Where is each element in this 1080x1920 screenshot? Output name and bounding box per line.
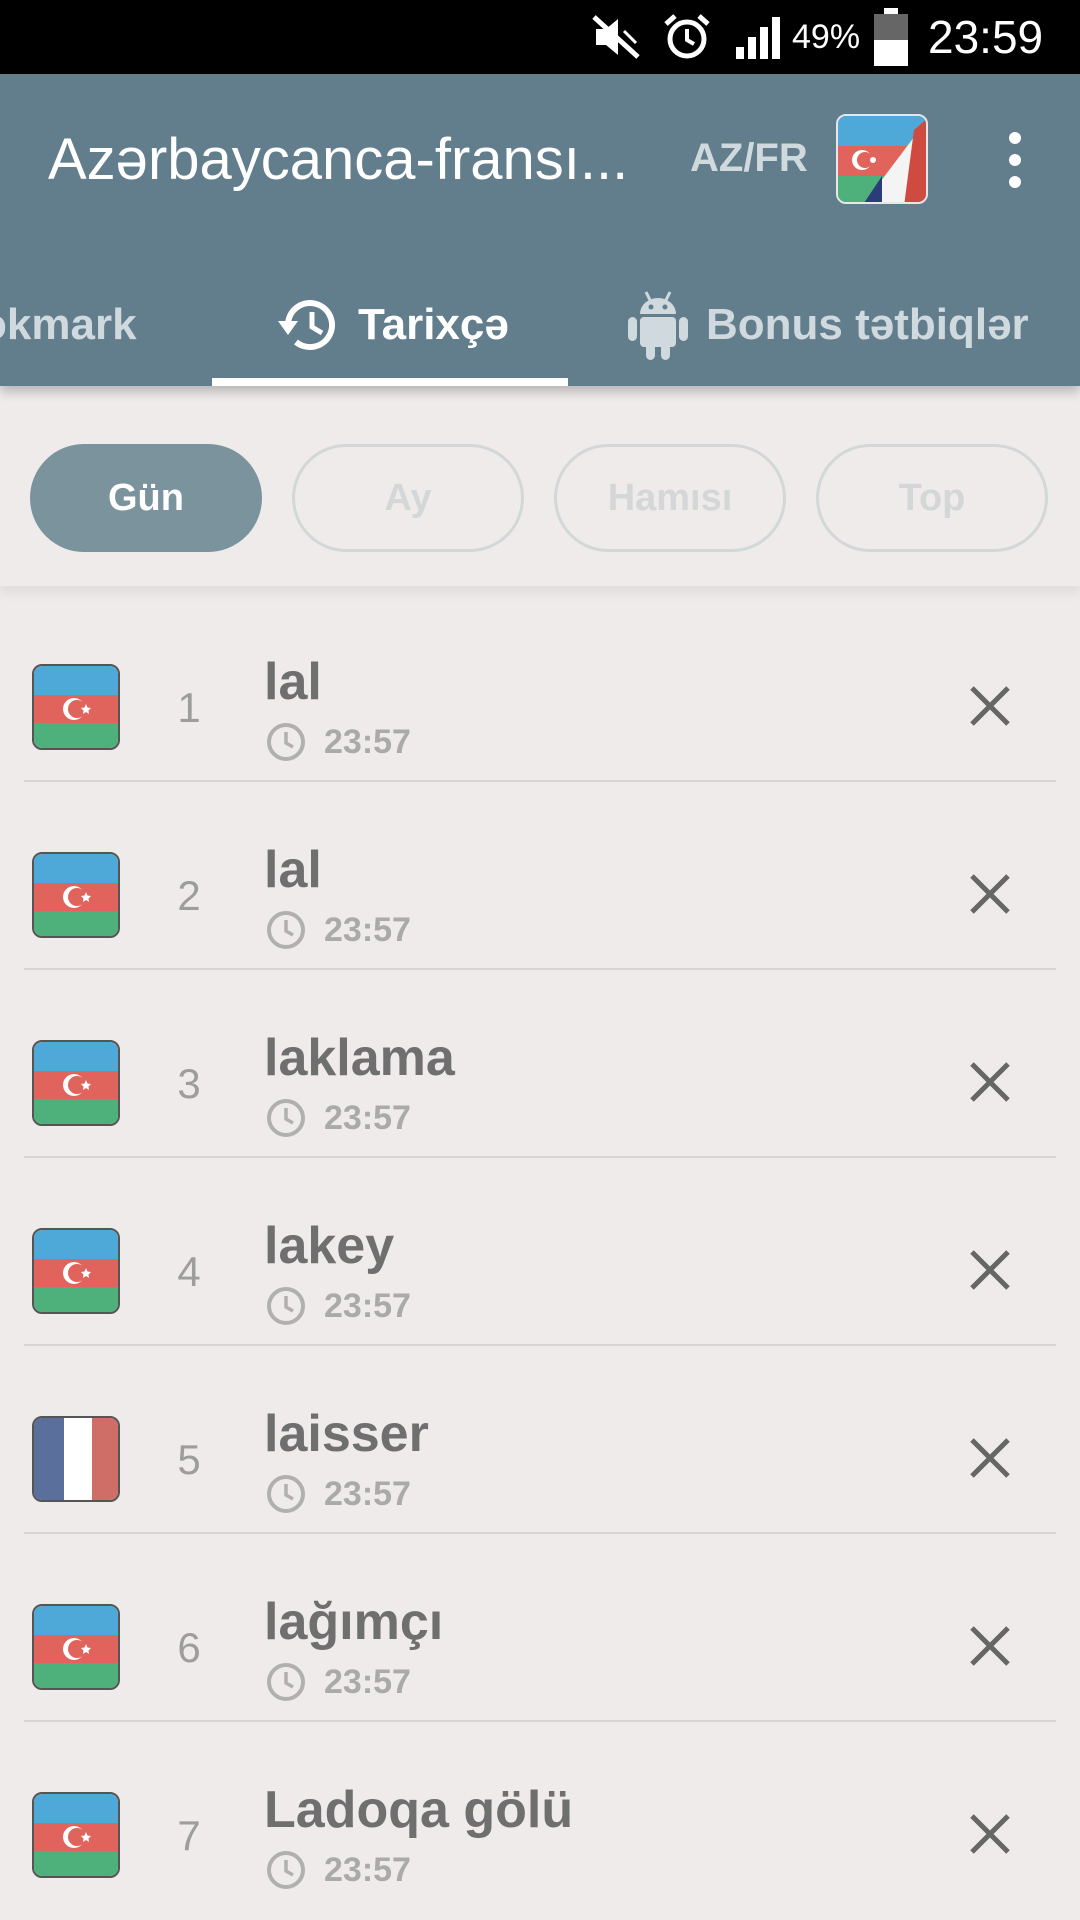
signal-icon: [734, 0, 786, 74]
row-word[interactable]: laklama: [264, 1028, 455, 1088]
clock-icon: [266, 1662, 306, 1702]
history-list: 1 lal 23:57 2 lal 23:57 3 laklama 23:57 …: [0, 594, 1080, 1910]
row-timestamp: 23:57: [266, 1286, 411, 1326]
row-time-text: 23:57: [324, 910, 411, 949]
row-index: 2: [177, 872, 201, 919]
tab-bonus-apps[interactable]: Bonus tətbiqlər: [628, 264, 1029, 386]
history-row[interactable]: 3 laklama 23:57: [0, 970, 1080, 1158]
history-row[interactable]: 7 Ladoqa gölü 23:57: [0, 1722, 1080, 1910]
az-fr-flag-icon[interactable]: [836, 114, 928, 204]
az-flag-icon: [32, 1792, 120, 1878]
row-word[interactable]: Ladoqa gölü: [264, 1780, 573, 1840]
delete-icon[interactable]: [960, 1052, 1020, 1112]
clock-icon: [266, 1850, 306, 1890]
battery-percent: 49%: [792, 17, 861, 56]
status-time: 23:59: [928, 11, 1044, 63]
az-flag-icon: [32, 1040, 120, 1126]
filter-day-chip[interactable]: Gün: [30, 444, 262, 552]
az-flag-icon: [32, 664, 120, 750]
clock-icon: [266, 1474, 306, 1514]
filter-top-chip[interactable]: Top: [816, 444, 1048, 552]
history-row[interactable]: 5 laisser 23:57: [0, 1346, 1080, 1534]
filter-month-chip[interactable]: Ay: [292, 444, 524, 552]
mute-icon: [590, 0, 642, 74]
row-time-text: 23:57: [324, 1850, 411, 1889]
history-row[interactable]: 6 lağımçı 23:57: [0, 1534, 1080, 1722]
row-timestamp: 23:57: [266, 1662, 411, 1702]
more-vert-icon[interactable]: [992, 132, 1038, 188]
filter-bar: Gün Ay Hamısı Top: [0, 386, 1080, 586]
row-timestamp: 23:57: [266, 722, 411, 762]
clock-icon: [266, 722, 306, 762]
row-index: 6: [177, 1624, 201, 1671]
row-index: 1: [177, 684, 201, 731]
row-index: 5: [177, 1436, 201, 1483]
tab-label: Bonus tətbiqlər: [706, 300, 1029, 349]
battery-icon: [874, 0, 908, 74]
row-timestamp: 23:57: [266, 910, 411, 950]
clock-icon: [266, 1098, 306, 1138]
row-word[interactable]: lağımçı: [264, 1592, 443, 1652]
delete-icon[interactable]: [960, 676, 1020, 736]
row-time-text: 23:57: [324, 1474, 411, 1513]
history-row[interactable]: 1 lal 23:57: [0, 594, 1080, 782]
row-word[interactable]: lal: [264, 652, 322, 712]
row-word[interactable]: laisser: [264, 1404, 429, 1464]
row-time-text: 23:57: [324, 1098, 411, 1137]
delete-icon[interactable]: [960, 1616, 1020, 1676]
history-row[interactable]: 4 lakey 23:57: [0, 1158, 1080, 1346]
delete-icon[interactable]: [960, 1804, 1020, 1864]
history-row[interactable]: 2 lal 23:57: [0, 782, 1080, 970]
language-pair-label[interactable]: AZ/FR: [690, 136, 808, 181]
row-index: 7: [177, 1812, 201, 1859]
row-time-text: 23:57: [324, 722, 411, 761]
row-word[interactable]: lakey: [264, 1216, 394, 1276]
row-timestamp: 23:57: [266, 1474, 411, 1514]
android-icon: [628, 288, 688, 362]
row-time-text: 23:57: [324, 1286, 411, 1325]
status-bar: 49% 23:59: [0, 0, 1080, 74]
filter-all-chip[interactable]: Hamısı: [554, 444, 786, 552]
history-icon: [276, 295, 340, 355]
fr-flag-icon: [32, 1416, 120, 1502]
delete-icon[interactable]: [960, 1240, 1020, 1300]
az-flag-icon: [32, 852, 120, 938]
row-word[interactable]: lal: [264, 840, 322, 900]
app-bar: Azərbaycanca-fransı... AZ/FR okmark Tar: [0, 74, 1080, 386]
alarm-icon: [662, 0, 712, 74]
delete-icon[interactable]: [960, 864, 1020, 924]
row-timestamp: 23:57: [266, 1098, 411, 1138]
clock-icon: [266, 1286, 306, 1326]
clock-icon: [266, 910, 306, 950]
delete-icon[interactable]: [960, 1428, 1020, 1488]
tab-history[interactable]: Tarixçə: [276, 264, 509, 386]
row-index: 3: [177, 1060, 201, 1107]
app-title: Azərbaycanca-fransı...: [48, 127, 629, 192]
row-index: 4: [177, 1248, 201, 1295]
row-timestamp: 23:57: [266, 1850, 411, 1890]
row-time-text: 23:57: [324, 1662, 411, 1701]
active-tab-indicator: [212, 378, 568, 386]
tab-label: Tarixçə: [358, 300, 509, 349]
az-flag-icon: [32, 1228, 120, 1314]
az-flag-icon: [32, 1604, 120, 1690]
tab-label: okmark: [0, 300, 137, 349]
tab-bookmarks[interactable]: okmark: [0, 264, 137, 386]
